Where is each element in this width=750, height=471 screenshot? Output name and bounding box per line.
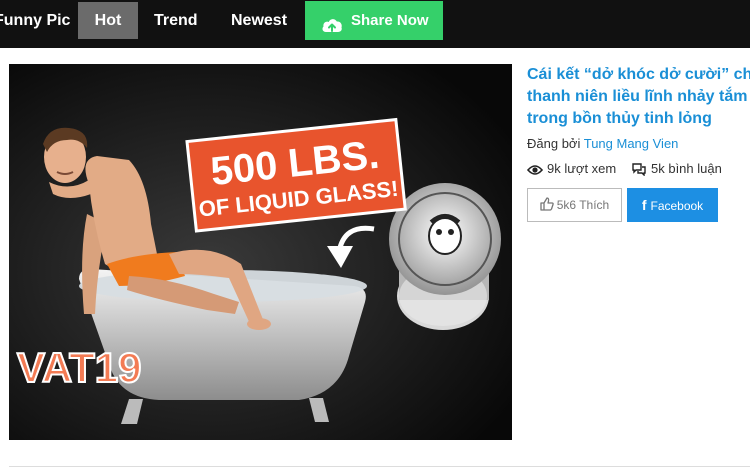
post-title-line: trong bồn thủy tinh lỏng (527, 110, 712, 127)
post-thumbnail[interactable]: 500 LBS. OF LIQUID GLASS! VAT19 (9, 64, 512, 440)
post-title-line: thanh niên liều lĩnh nhảy tắm (527, 88, 748, 105)
facebook-share-button[interactable]: f Facebook (627, 188, 718, 222)
eye-icon (526, 165, 544, 175)
comments-stat[interactable]: 5k bình luận (631, 160, 722, 178)
views-count: 9k lượt xem (547, 161, 617, 176)
thumbnail-illustration: 500 LBS. OF LIQUID GLASS! VAT19 (9, 64, 512, 440)
vat19-logo: VAT19 (17, 344, 141, 391)
nav-hot[interactable]: Hot (78, 2, 138, 39)
cloud-upload-icon (321, 10, 343, 49)
views-stat: 9k lượt xem (526, 160, 617, 178)
top-nav-bar: Funny Pic Hot Trend Newest Share Now (0, 0, 750, 48)
facebook-label: Facebook (650, 199, 704, 213)
posted-by-label: Đăng bởi (527, 136, 581, 151)
nav-newest[interactable]: Newest (231, 2, 287, 39)
like-button[interactable]: 5k6 Thích (527, 188, 622, 222)
like-count: 5k6 Thích (556, 198, 610, 212)
nav-trend[interactable]: Trend (154, 2, 198, 39)
post-stats: 9k lượt xem 5k bình luận (526, 160, 750, 178)
post-title[interactable]: Cái kết “dở khóc dở cười” cho thanh niên… (527, 64, 750, 130)
share-now-button[interactable]: Share Now (305, 1, 443, 40)
comments-count: 5k bình luận (651, 161, 722, 176)
comments-icon (632, 163, 646, 177)
post-title-line: Cái kết “dở khóc dở cười” cho (527, 66, 750, 83)
facebook-icon: f (641, 197, 647, 213)
share-now-label: Share Now (351, 12, 429, 29)
author-link[interactable]: Tung Mang Vien (584, 136, 679, 151)
nav-funny-pic[interactable]: Funny Pic (0, 2, 70, 39)
post-byline: Đăng bởi Tung Mang Vien (527, 136, 678, 151)
divider (9, 466, 750, 467)
thumbs-up-icon (540, 197, 554, 211)
